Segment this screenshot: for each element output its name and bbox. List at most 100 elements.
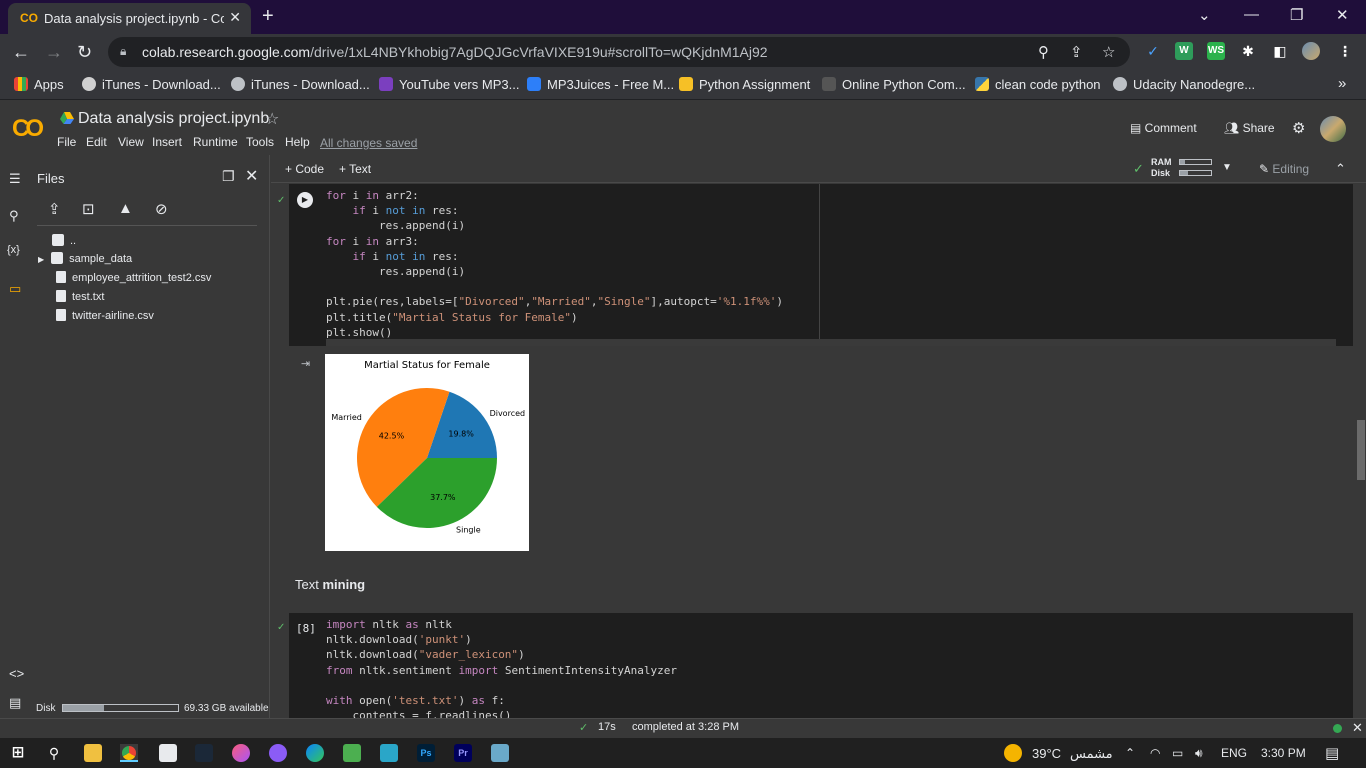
file-item-test-txt[interactable]: test.txt (56, 290, 104, 303)
side-panel-icon[interactable]: ◧ (1271, 42, 1289, 60)
edge-icon[interactable] (306, 744, 324, 762)
mount-drive-icon[interactable]: ▲ (118, 200, 133, 217)
minimize-button[interactable]: — (1244, 6, 1259, 23)
itunes-icon[interactable] (232, 744, 250, 762)
code-cell-1-source[interactable]: for i in arr2: if i not in res: res.appe… (326, 188, 783, 340)
chrome-taskbar-icon[interactable] (120, 744, 138, 762)
zoom-icon[interactable]: ⚲ (1038, 43, 1049, 61)
variables-icon[interactable]: {x} (7, 244, 20, 256)
open-in-tab-icon[interactable]: ❐ (222, 168, 235, 185)
bookmark-udacity[interactable]: Udacity Nanodegre... (1113, 77, 1255, 92)
text-cell-heading[interactable]: Text mining (295, 577, 365, 592)
menu-edit[interactable]: Edit (86, 135, 107, 149)
bookmark-mp3juices[interactable]: MP3Juices - Free M... (527, 77, 674, 92)
share-button[interactable]: 👥︎ Share (1224, 121, 1275, 135)
weather-text[interactable]: مشمس (1070, 746, 1113, 762)
restore-button[interactable]: ❐ (1290, 6, 1303, 24)
menu-tools[interactable]: Tools (246, 135, 274, 149)
clock[interactable]: 3:30 PM (1261, 746, 1306, 760)
search-icon[interactable]: ⚲ (9, 208, 19, 224)
bookmark-youtube-mp3[interactable]: YouTube vers MP3... (379, 77, 519, 92)
code-snippets-icon[interactable]: <> (9, 666, 24, 681)
bookmark-itunes-2[interactable]: iTunes - Download... (231, 77, 370, 92)
forward-icon[interactable]: → (45, 42, 63, 63)
volume-icon[interactable]: 🔊︎ (1195, 746, 1203, 761)
bookmark-clean-code[interactable]: clean code python (975, 77, 1101, 92)
temperature[interactable]: 39°C (1032, 746, 1061, 761)
share-page-icon[interactable]: ⇪ (1070, 43, 1083, 61)
photoshop-icon[interactable]: Ps (417, 744, 435, 762)
reload-icon[interactable]: ↻ (77, 42, 92, 63)
star-icon[interactable]: ☆ (265, 109, 279, 129)
notebook-title[interactable]: Data analysis project.ipynb (78, 110, 269, 128)
terminal-icon[interactable]: ▤ (9, 695, 21, 711)
file-explorer-icon[interactable] (84, 744, 102, 762)
steam-icon[interactable] (195, 744, 213, 762)
menu-help[interactable]: Help (285, 135, 310, 149)
menu-file[interactable]: File (57, 135, 76, 149)
files-folder-icon[interactable]: ▭ (9, 281, 21, 297)
user-avatar[interactable] (1320, 116, 1346, 142)
tray-chevron-icon[interactable]: ⌃ (1125, 746, 1135, 760)
battery-icon[interactable]: ▭ (1172, 746, 1183, 760)
media-player-icon[interactable] (269, 744, 287, 762)
chrome-menu-icon[interactable]: ⋮ (1336, 42, 1354, 60)
extension-ws-icon[interactable]: WS (1207, 42, 1225, 60)
close-panel-icon[interactable]: ✕ (245, 166, 258, 186)
new-tab-button[interactable]: + (262, 5, 274, 28)
windows-start-icon[interactable]: ⊞ (9, 744, 27, 762)
code-cell-2[interactable]: import nltk as nltk nltk.download('punkt… (289, 613, 1353, 720)
code-hscrollbar[interactable] (326, 339, 1336, 346)
bookmark-itunes-1[interactable]: iTunes - Download... (82, 77, 221, 92)
notepad-icon[interactable] (159, 744, 177, 762)
resources-dropdown-icon[interactable]: ▼ (1222, 162, 1232, 173)
upload-file-icon[interactable]: ⇪ (48, 200, 61, 218)
resources-indicator[interactable]: RAM Disk (1151, 157, 1172, 179)
browser-tab[interactable]: CO Data analysis project.ipynb - Cola ✕ (8, 3, 251, 34)
bookmark-star-icon[interactable]: ☆ (1102, 43, 1115, 61)
language-indicator[interactable]: ENG (1221, 746, 1247, 760)
run-cell-button[interactable]: ▶ (297, 192, 313, 208)
add-code-button[interactable]: + Code (285, 162, 324, 176)
extension-w-icon[interactable]: W (1175, 42, 1193, 60)
close-window-button[interactable]: ✕ (1336, 6, 1349, 24)
completed-status[interactable]: completed at 3:28 PM (632, 721, 739, 733)
bookmark-python-assignment[interactable]: Python Assignment (679, 77, 810, 92)
menu-insert[interactable]: Insert (152, 135, 182, 149)
bookmark-apps[interactable]: Apps (14, 77, 64, 92)
comment-button[interactable]: ▤ Comment (1130, 121, 1197, 135)
file-item-employee-attrition[interactable]: employee_attrition_test2.csv (56, 271, 211, 284)
collapse-header-icon[interactable]: ⌃ (1335, 161, 1346, 177)
wifi-icon[interactable]: ◠ (1150, 746, 1160, 760)
taskbar-search-icon[interactable]: ⚲ (45, 744, 63, 762)
menu-runtime[interactable]: Runtime (193, 135, 238, 149)
extensions-puzzle-icon[interactable]: ✱ (1239, 42, 1257, 60)
bookmarks-overflow-button[interactable]: » (1338, 75, 1346, 92)
code-cell-1[interactable]: for i in arr2: if i not in res: res.appe… (289, 184, 1353, 346)
settings-gear-icon[interactable]: ⚙ (1292, 119, 1305, 137)
editing-mode-button[interactable]: ✎ Editing (1259, 162, 1309, 176)
notifications-icon[interactable]: ▤ (1325, 744, 1339, 762)
menu-view[interactable]: View (118, 135, 144, 149)
extension-check-icon[interactable]: ✓ (1144, 42, 1162, 60)
notebook-scrollbar[interactable] (1357, 420, 1365, 480)
notes-app-icon[interactable] (491, 744, 509, 762)
hide-files-icon[interactable]: ⊘ (155, 200, 168, 218)
output-icon[interactable]: ⇥ (301, 357, 310, 370)
back-icon[interactable]: ← (12, 42, 30, 63)
close-status-icon[interactable]: ✕ (1352, 720, 1363, 736)
table-of-contents-icon[interactable]: ☰ (9, 171, 21, 187)
add-text-button[interactable]: + Text (339, 162, 371, 176)
colab-logo[interactable]: CO (12, 115, 44, 143)
tab-search-icon[interactable]: ⌄ (1198, 6, 1211, 24)
close-tab-icon[interactable]: ✕ (229, 9, 241, 26)
app-green-icon[interactable] (343, 744, 361, 762)
premiere-icon[interactable]: Pr (454, 744, 472, 762)
bookmark-online-python[interactable]: Online Python Com... (822, 77, 966, 92)
code-cell-2-source[interactable]: import nltk as nltk nltk.download('punkt… (326, 617, 677, 720)
expand-chevron-icon[interactable]: ▶ (38, 255, 44, 264)
file-item-parent[interactable]: .. (52, 234, 76, 247)
address-bar[interactable]: 🔒︎ colab.research.google.com/drive/1xL4N… (108, 37, 1130, 67)
new-folder-icon[interactable]: ⊡ (82, 200, 95, 218)
profile-avatar-icon[interactable] (1302, 42, 1320, 60)
